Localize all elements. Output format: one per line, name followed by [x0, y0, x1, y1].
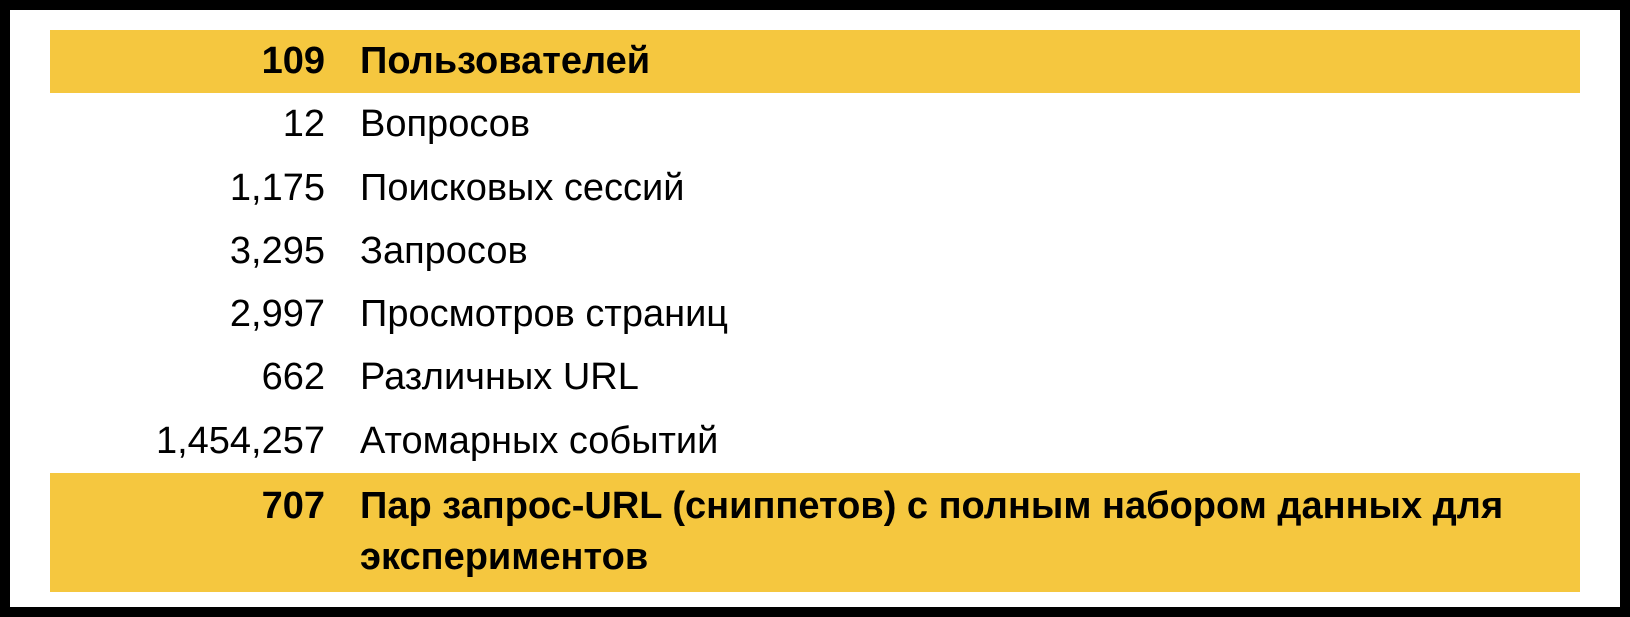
stat-label: Атомарных событий — [360, 416, 1580, 467]
stat-label: Различных URL — [360, 352, 1580, 403]
table-row: 109 Пользователей — [50, 30, 1580, 93]
stat-label: Просмотров страниц — [360, 289, 1580, 340]
table-row: 2,997 Просмотров страниц — [50, 283, 1580, 346]
table-row: 662 Различных URL — [50, 346, 1580, 409]
stats-table: 109 Пользователей 12 Вопросов 1,175 Поис… — [10, 10, 1620, 607]
stat-label: Пользователей — [360, 36, 1580, 87]
table-row: 707 Пар запрос-URL (сниппетов) с полным … — [50, 473, 1580, 592]
table-row: 3,295 Запросов — [50, 220, 1580, 283]
stat-value: 1,454,257 — [50, 416, 360, 467]
stat-label: Вопросов — [360, 99, 1580, 150]
stat-label: Поисковых сессий — [360, 163, 1580, 214]
stat-value: 1,175 — [50, 163, 360, 214]
stat-value: 662 — [50, 352, 360, 403]
stat-value: 3,295 — [50, 226, 360, 277]
stat-label: Пар запрос-URL (сниппетов) с полным набо… — [360, 481, 1580, 584]
stat-value: 12 — [50, 99, 360, 150]
stat-value: 707 — [50, 481, 360, 532]
table-row: 12 Вопросов — [50, 93, 1580, 156]
stat-label: Запросов — [360, 226, 1580, 277]
stat-value: 109 — [50, 36, 360, 87]
table-row: 1,175 Поисковых сессий — [50, 157, 1580, 220]
stat-value: 2,997 — [50, 289, 360, 340]
table-row: 1,454,257 Атомарных событий — [50, 410, 1580, 473]
